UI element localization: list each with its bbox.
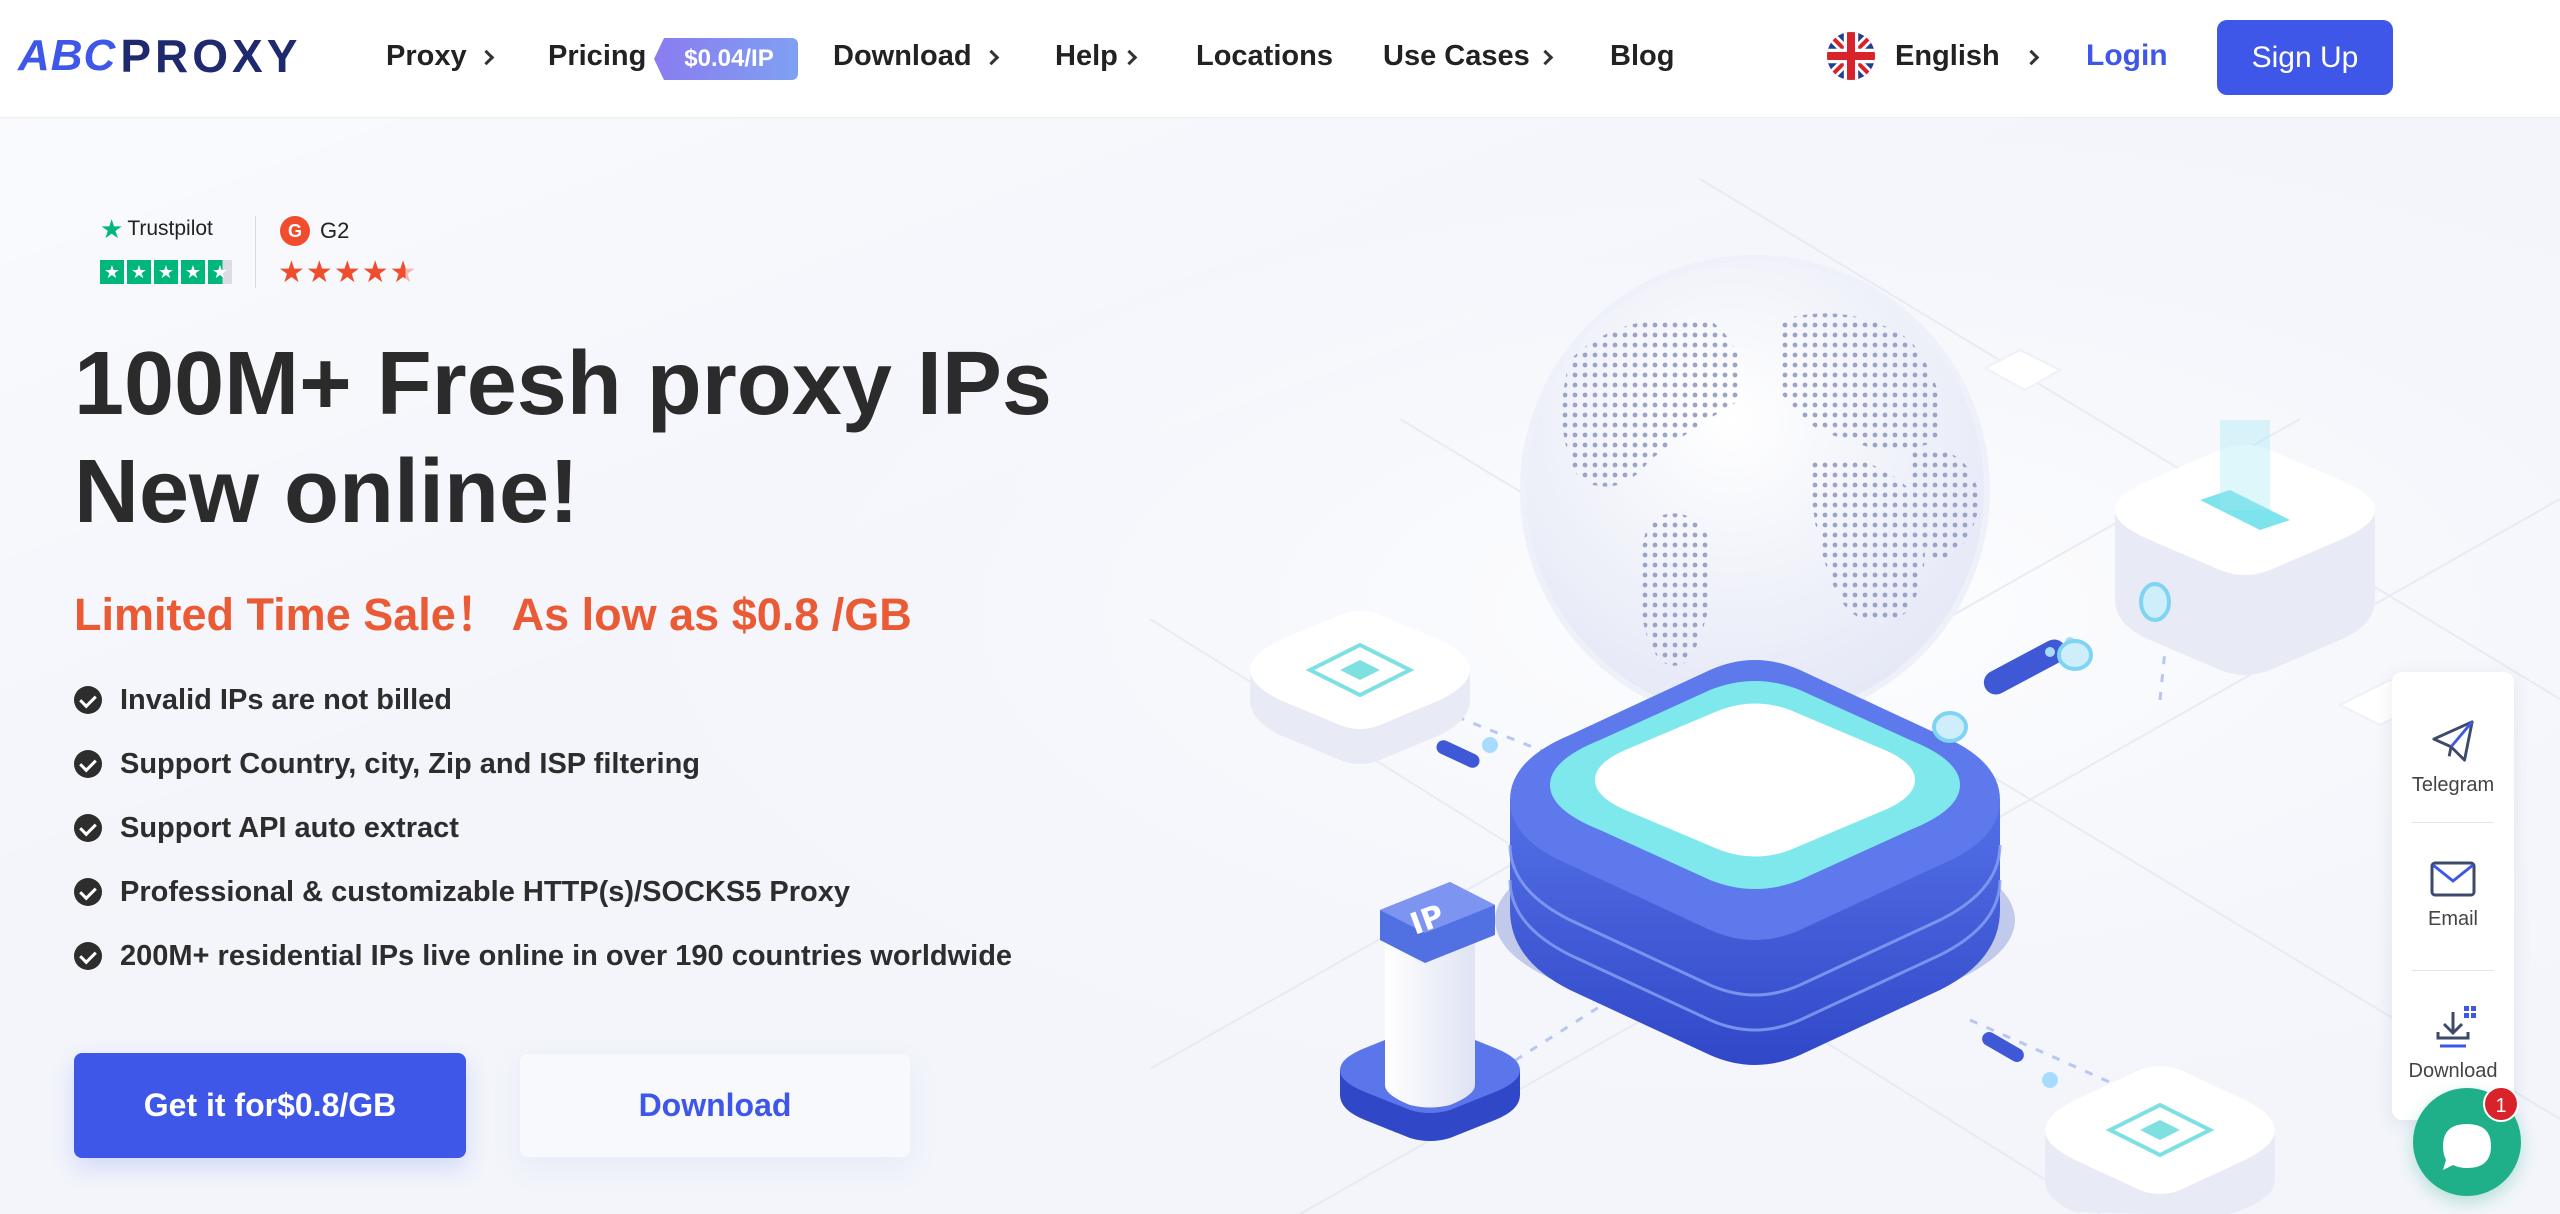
email-icon [2430,861,2476,896]
language-label: English [1895,39,2000,72]
nav-download-label: Download [833,39,972,72]
star-icon: ★ [278,256,306,289]
download-icon [2436,1005,2476,1047]
chevron-right-icon [2023,49,2040,65]
site-header: ABC PROXY Proxy Pricing $0.04/IP Downloa… [0,0,2560,118]
check-circle-icon [74,686,102,714]
feature-text: Invalid IPs are not billed [120,683,452,716]
nav-help-label: Help [1055,39,1118,72]
nav-pricing-label: Pricing [548,39,647,72]
server-node-right [2115,420,2375,675]
language-selector[interactable]: English [1895,36,2040,76]
check-circle-icon [74,814,102,842]
nav-blog[interactable]: Blog [1610,36,1674,76]
feature-list: Invalid IPs are not billed Support Count… [74,668,1012,988]
server-node-bottom-right [2045,1066,2275,1214]
feature-text: Professional & customizable HTTP(s)/SOCK… [120,875,851,908]
check-circle-icon [74,750,102,778]
nav-help[interactable]: Help [1055,36,1138,76]
check-circle-icon [74,878,102,906]
trustpilot-logo[interactable]: ★ Trustpilot [100,216,213,242]
g2-icon: G [280,216,310,246]
logo-abc: ABC [18,31,117,80]
email-contact[interactable]: Email [2392,830,2514,960]
signup-button[interactable]: Sign Up [2217,20,2393,95]
nav-blog-label: Blog [1610,39,1675,72]
abcproxy-logo[interactable]: ABC PROXY [18,30,301,82]
login-link[interactable]: Login [2086,36,2168,76]
nav-use-cases[interactable]: Use Cases [1383,36,1553,76]
nav-pricing[interactable]: Pricing [548,36,646,76]
side-divider [2412,822,2494,823]
star-icon: ★ [208,260,232,284]
chat-notification-badge: 1 [2483,1086,2519,1122]
headline-line-1: 100M+ Fresh proxy IPs [74,334,1052,434]
chevron-right-icon [1537,49,1553,65]
telegram-icon [2432,719,2474,762]
uk-flag-icon[interactable] [1827,32,1875,80]
half-star-icon: ★ [389,256,418,289]
hero-headline: 100M+ Fresh proxy IPs New online! [74,330,1124,546]
telegram-label: Telegram [2411,773,2495,796]
globe-graphic [1520,255,1990,725]
headline-line-2: New online! [74,442,580,542]
trustpilot-label: Trustpilot [127,217,213,240]
feature-item: 200M+ residential IPs live online in ove… [74,924,1012,988]
get-it-button[interactable]: Get it for$0.8/GB [74,1053,466,1158]
feature-item: Professional & customizable HTTP(s)/SOCK… [74,860,1012,924]
star-icon: ★ [361,256,390,289]
star-icon: ★ [154,260,178,284]
trustpilot-rating: ★ ★ ★ ★ ★ [100,260,232,284]
nav-locations-label: Locations [1196,39,1333,72]
chevron-right-icon [983,49,999,65]
logo-proxy: PROXY [120,30,302,82]
feature-item: Support API auto extract [74,796,1012,860]
download-button[interactable]: Download [519,1053,911,1158]
star-icon: ★ [181,260,205,284]
server-node-left [1250,611,1470,764]
ip-tower: IP [1340,882,1520,1141]
sale-banner: Limited Time Sale！ As low as $0.8 /GB [74,589,912,640]
feature-text: Support API auto extract [120,811,459,844]
star-icon: ★ [333,256,362,289]
chevron-right-icon [478,49,494,65]
floating-tile [1982,348,2063,392]
nav-use-cases-label: Use Cases [1383,39,1530,72]
ratings-block: ★ Trustpilot ★ ★ ★ ★ ★ G G2 ★★★★★ [100,212,430,292]
trustpilot-star-icon: ★ [100,214,124,244]
feature-text: Support Country, city, Zip and ISP filte… [120,747,701,780]
pricing-badge[interactable]: $0.04/IP [654,38,798,80]
nav-proxy-label: Proxy [386,39,467,72]
star-icon: ★ [305,256,334,289]
nav-locations[interactable]: Locations [1196,36,1333,76]
star-icon: ★ [127,260,151,284]
telegram-contact[interactable]: Telegram [2392,692,2514,822]
feature-item: Invalid IPs are not billed [74,668,1012,732]
contact-side-panel: Telegram Email Download [2392,672,2514,1120]
rating-divider [255,216,256,288]
star-icon: ★ [100,260,124,284]
nav-download[interactable]: Download [833,36,999,76]
feature-text: 200M+ residential IPs live online in ove… [120,939,1013,972]
feature-item: Support Country, city, Zip and ISP filte… [74,732,1012,796]
chevron-right-icon [1121,49,1138,65]
check-circle-icon [74,942,102,970]
download-label: Download [2408,1059,2498,1082]
email-label: Email [2427,907,2478,930]
hero-illustration: IP [1250,255,2433,1214]
g2-rating: ★★★★★ [278,258,418,288]
nav-proxy[interactable]: Proxy [386,36,494,76]
g2-logo[interactable]: G G2 [280,216,349,246]
side-divider [2412,970,2494,971]
g2-label: G2 [320,218,350,243]
